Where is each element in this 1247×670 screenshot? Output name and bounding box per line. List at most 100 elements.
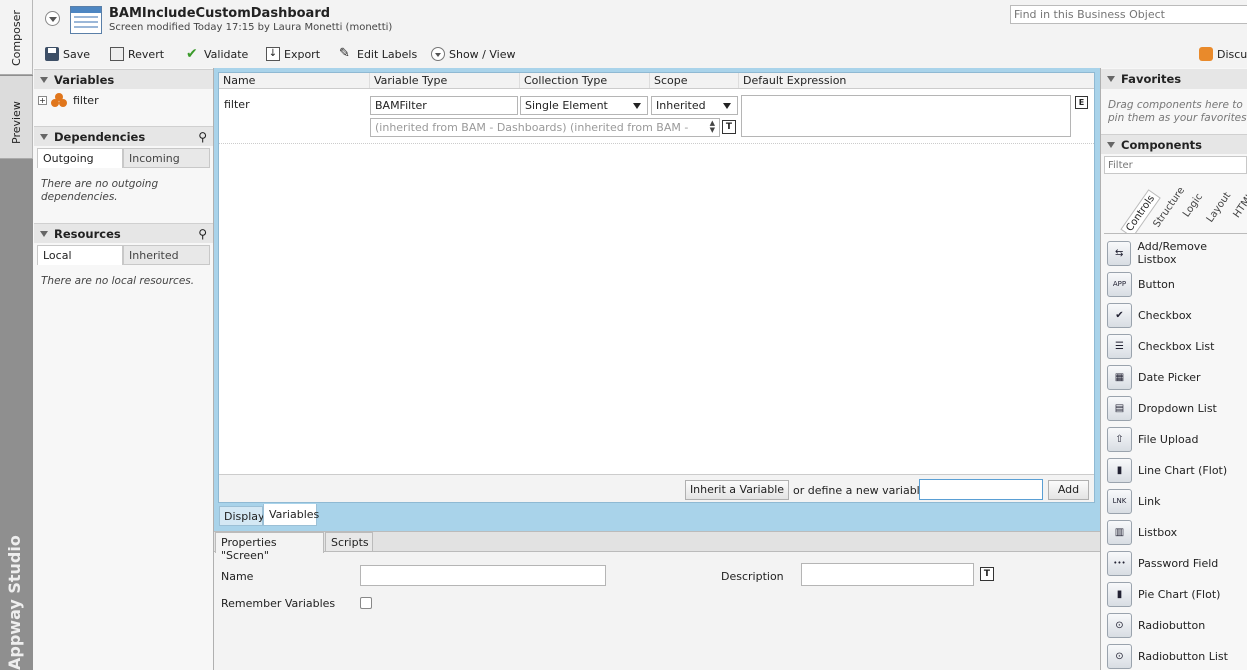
component-item[interactable]: ▮ Line Chart (Flot) xyxy=(1107,456,1227,484)
component-item[interactable]: ⊙ Radiobutton List xyxy=(1107,642,1228,670)
component-item[interactable]: ▮ Pie Chart (Flot) xyxy=(1107,580,1220,608)
default-expression-field[interactable] xyxy=(741,95,1071,137)
description-field[interactable] xyxy=(801,563,974,586)
collection-type-select[interactable]: Single Element xyxy=(520,96,648,115)
spinner-arrows-icon[interactable]: ▲ ▼ xyxy=(710,120,715,134)
tab-inherited[interactable]: Inherited xyxy=(123,245,210,265)
component-label: Button xyxy=(1138,277,1175,291)
text-editor-icon[interactable]: T xyxy=(980,567,994,581)
component-item[interactable]: ⇆ Add/Remove Listbox xyxy=(1107,239,1247,267)
column-header-variable-type[interactable]: Variable Type xyxy=(370,73,520,88)
component-item[interactable]: ▥ Listbox xyxy=(1107,518,1177,546)
search-icon[interactable]: ⚲ xyxy=(198,227,207,241)
validate-button[interactable]: ✔ Validate xyxy=(186,45,248,63)
tab-outgoing[interactable]: Outgoing xyxy=(37,148,123,168)
resources-section-header[interactable]: Resources ⚲ xyxy=(34,223,213,243)
tab-local[interactable]: Local xyxy=(37,245,123,265)
component-label: Line Chart (Flot) xyxy=(1138,463,1228,477)
expression-editor-icon[interactable]: E xyxy=(1075,96,1088,109)
search-icon[interactable]: ⚲ xyxy=(198,130,207,144)
category-tab-html[interactable]: HTML xyxy=(1231,191,1247,220)
save-button[interactable]: Save xyxy=(45,45,90,63)
component-item[interactable]: ✔ Checkbox xyxy=(1107,301,1192,329)
row-name: filter xyxy=(224,98,250,111)
tab-display[interactable]: Display xyxy=(219,506,265,526)
edit-labels-button[interactable]: ✎ Edit Labels xyxy=(339,45,417,63)
pie-chart-icon: ▮ xyxy=(1107,581,1132,607)
category-tab-controls[interactable]: Controls xyxy=(1120,188,1161,233)
variables-section-header[interactable]: Variables xyxy=(34,69,213,89)
component-item[interactable]: LNK Link xyxy=(1107,487,1161,515)
add-button[interactable]: Add xyxy=(1048,480,1089,500)
define-variable-label: or define a new variable: xyxy=(793,484,931,497)
variable-cluster-icon xyxy=(51,93,67,107)
dependencies-title: Dependencies xyxy=(54,129,146,144)
component-item[interactable]: ☰ Checkbox List xyxy=(1107,332,1214,360)
type-hint-text: (inherited from BAM - Dashboards) (inher… xyxy=(375,121,689,134)
discuss-button[interactable]: Discuss xyxy=(1199,45,1247,63)
variable-name: filter xyxy=(73,93,99,107)
column-header-default-expression[interactable]: Default Expression xyxy=(739,73,1094,88)
tab-composer[interactable]: Composer xyxy=(0,0,33,75)
collapse-triangle-icon xyxy=(40,133,48,140)
radiobutton-list-icon: ⊙ xyxy=(1107,643,1132,669)
new-variable-input[interactable] xyxy=(919,479,1043,500)
revert-button[interactable]: Revert xyxy=(110,45,164,63)
export-button[interactable]: ↓ Export xyxy=(266,45,320,63)
brand-label: Appway Studio xyxy=(5,535,24,670)
component-item[interactable]: ••• Password Field xyxy=(1107,549,1218,577)
tab-properties[interactable]: Properties "Screen" xyxy=(215,532,324,562)
scope-value: Inherited xyxy=(656,99,706,112)
category-tab-structure[interactable]: Structure xyxy=(1151,185,1187,229)
tab-variables[interactable]: Variables xyxy=(263,504,319,526)
category-tab-logic[interactable]: Logic xyxy=(1181,192,1205,220)
speech-bubble-icon xyxy=(1199,47,1213,61)
validate-icon: ✔ xyxy=(186,46,198,62)
dropdown-arrow-icon xyxy=(633,103,641,109)
tab-incoming[interactable]: Incoming xyxy=(123,148,210,168)
tab-preview[interactable]: Preview xyxy=(0,76,33,159)
variables-title: Variables xyxy=(54,72,115,87)
text-editor-icon[interactable]: T xyxy=(722,120,736,134)
variable-tree-item[interactable]: + filter xyxy=(38,93,99,107)
remember-variables-checkbox[interactable] xyxy=(360,597,372,609)
component-label: Checkbox xyxy=(1138,308,1192,322)
add-remove-listbox-icon: ⇆ xyxy=(1107,240,1132,266)
column-header-collection-type[interactable]: Collection Type xyxy=(520,73,650,88)
radiobutton-icon: ⊙ xyxy=(1107,612,1132,638)
component-item[interactable]: ⊙ Radiobutton xyxy=(1107,611,1205,639)
page-subtitle: Screen modified Today 17:15 by Laura Mon… xyxy=(109,22,393,33)
column-header-scope[interactable]: Scope xyxy=(650,73,739,88)
tab-composer-label: Composer xyxy=(10,10,23,66)
component-item[interactable]: ▤ Dropdown List xyxy=(1107,394,1217,422)
components-title: Components xyxy=(1121,137,1202,152)
scope-select[interactable]: Inherited xyxy=(651,96,738,115)
show-view-button[interactable]: Show / View xyxy=(431,45,515,63)
collapse-toggle[interactable] xyxy=(45,11,60,26)
inherit-variable-button[interactable]: Inherit a Variable xyxy=(685,480,789,500)
component-item[interactable]: APP Button xyxy=(1107,270,1175,298)
resources-empty-text: There are no local resources. xyxy=(41,275,195,287)
components-header[interactable]: Components xyxy=(1101,134,1247,154)
component-label: Listbox xyxy=(1138,525,1178,539)
component-label: Radiobutton xyxy=(1138,618,1206,632)
category-tab-layout[interactable]: Layout xyxy=(1205,190,1234,224)
checkbox-list-icon: ☰ xyxy=(1107,333,1132,359)
line-chart-icon: ▮ xyxy=(1107,457,1132,483)
search-input[interactable] xyxy=(1010,5,1247,24)
tab-scripts[interactable]: Scripts xyxy=(325,532,373,552)
favorites-header[interactable]: Favorites xyxy=(1101,69,1247,89)
component-label: File Upload xyxy=(1138,432,1199,446)
edit-labels-label: Edit Labels xyxy=(357,47,418,61)
name-field[interactable] xyxy=(360,565,606,586)
component-label: Password Field xyxy=(1138,556,1219,570)
components-filter-input[interactable] xyxy=(1104,156,1247,174)
variable-type-field[interactable]: BAMFilter xyxy=(370,96,518,115)
component-item[interactable]: ▦ Date Picker xyxy=(1107,363,1201,391)
type-hint-field[interactable]: (inherited from BAM - Dashboards) (inher… xyxy=(370,118,720,137)
collapse-triangle-icon xyxy=(1107,141,1115,148)
column-header-name[interactable]: Name xyxy=(219,73,370,88)
component-item[interactable]: ⇧ File Upload xyxy=(1107,425,1198,453)
dependencies-section-header[interactable]: Dependencies ⚲ xyxy=(34,126,213,146)
validate-label: Validate xyxy=(204,47,249,61)
